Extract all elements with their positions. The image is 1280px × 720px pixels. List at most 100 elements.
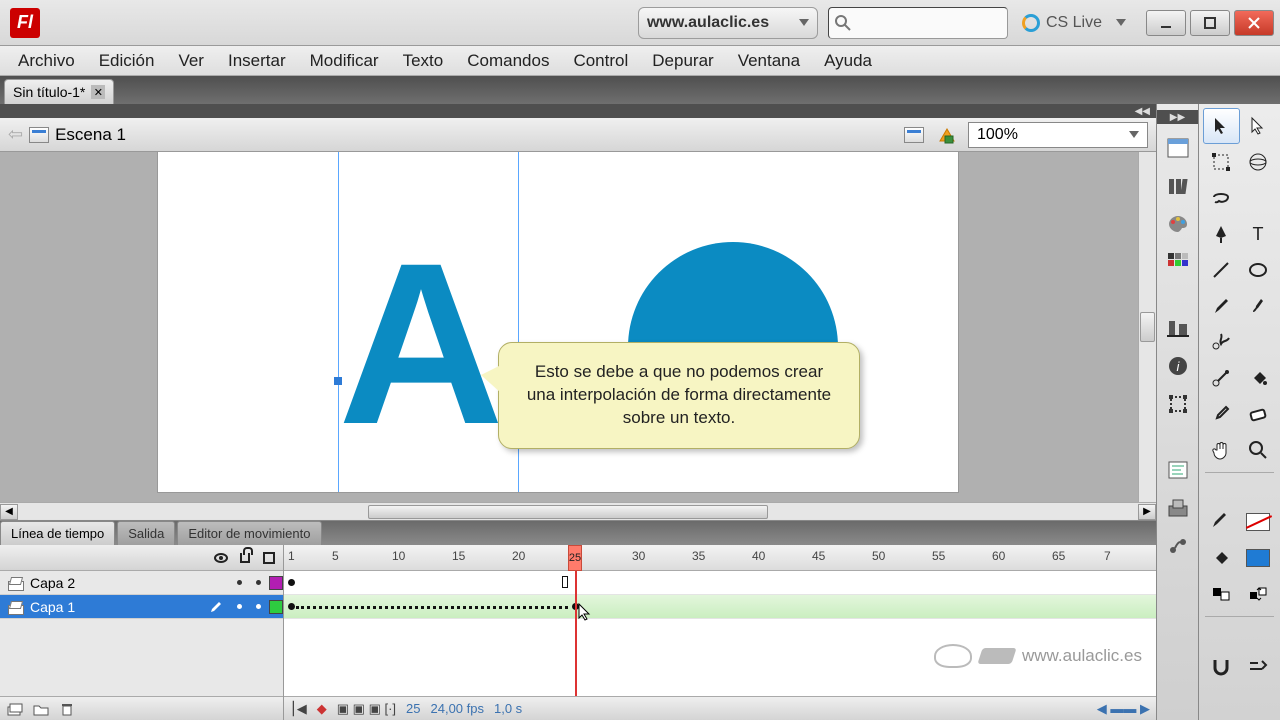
- menu-texto[interactable]: Texto: [391, 47, 456, 75]
- code-snippets-icon[interactable]: [1163, 456, 1193, 484]
- fill-color[interactable]: [1203, 540, 1240, 576]
- snap-option[interactable]: [1203, 648, 1240, 684]
- layer-color-swatch[interactable]: [269, 600, 283, 614]
- visibility-header-icon[interactable]: [213, 550, 229, 566]
- free-transform-tool[interactable]: [1203, 144, 1240, 180]
- tools-panel: T: [1198, 104, 1280, 720]
- menu-insertar[interactable]: Insertar: [216, 47, 298, 75]
- new-layer-button[interactable]: [6, 701, 24, 717]
- zoom-dropdown[interactable]: 100%: [968, 122, 1148, 148]
- paint-bucket-tool[interactable]: [1240, 360, 1277, 396]
- vertical-scrollbar[interactable]: [1138, 152, 1156, 502]
- scene-label[interactable]: Escena 1: [55, 125, 126, 145]
- tab-output[interactable]: Salida: [117, 521, 175, 545]
- rectangle-tool[interactable]: [1240, 252, 1277, 288]
- zoom-tool[interactable]: [1240, 432, 1277, 468]
- fps-display[interactable]: 24,00 fps: [431, 701, 485, 716]
- components-panel-icon[interactable]: [1163, 494, 1193, 522]
- playhead-line[interactable]: [575, 571, 577, 696]
- stage[interactable]: A Esto se debe a que no podemos crear un…: [0, 152, 1156, 502]
- pencil-icon: [209, 600, 223, 614]
- lasso-tool[interactable]: [1203, 180, 1240, 216]
- layer-header: [0, 545, 283, 571]
- track-capa1[interactable]: [284, 595, 1156, 619]
- bone-tool[interactable]: [1203, 360, 1240, 396]
- keyframe-icon[interactable]: [288, 579, 295, 586]
- stroke-swatch[interactable]: [1240, 504, 1277, 540]
- menu-edicion[interactable]: Edición: [87, 47, 167, 75]
- menu-archivo[interactable]: Archivo: [6, 47, 87, 75]
- scroll-left-icon[interactable]: ◀: [0, 504, 18, 520]
- current-frame[interactable]: 25: [406, 701, 420, 716]
- help-url-dropdown[interactable]: www.aulaclic.es: [638, 7, 818, 39]
- tab-motion-editor[interactable]: Editor de movimiento: [177, 521, 321, 545]
- 3d-rotation-tool[interactable]: [1240, 144, 1277, 180]
- end-frame-icon[interactable]: [562, 576, 568, 588]
- close-button[interactable]: [1234, 10, 1274, 36]
- edit-scene-button[interactable]: [904, 124, 930, 146]
- canvas[interactable]: A Esto se debe a que no podemos crear un…: [158, 152, 958, 492]
- panel-expand-strip[interactable]: ▶▶: [1157, 110, 1198, 124]
- library-panel-icon[interactable]: [1163, 172, 1193, 200]
- close-tab-icon[interactable]: ✕: [91, 85, 105, 99]
- horizontal-scrollbar[interactable]: ◀ ▶: [0, 502, 1156, 520]
- menu-comandos[interactable]: Comandos: [455, 47, 561, 75]
- color-panel-icon[interactable]: [1163, 210, 1193, 238]
- layer-row-capa2[interactable]: Capa 2: [0, 571, 283, 595]
- brush-tool[interactable]: [1240, 288, 1277, 324]
- pencil-tool[interactable]: [1203, 288, 1240, 324]
- motion-presets-icon[interactable]: [1163, 532, 1193, 560]
- panel-collapse-strip[interactable]: ◀◀: [0, 104, 1156, 118]
- properties-panel-icon[interactable]: [1163, 134, 1193, 162]
- transform-panel-icon[interactable]: [1163, 390, 1193, 418]
- edit-symbols-button[interactable]: [934, 124, 960, 146]
- shape-halfcircle[interactable]: [628, 242, 838, 347]
- swap-colors-button[interactable]: [1240, 576, 1277, 612]
- text-tool[interactable]: T: [1240, 216, 1277, 252]
- menu-ayuda[interactable]: Ayuda: [812, 47, 884, 75]
- layer-row-capa1[interactable]: Capa 1: [0, 595, 283, 619]
- frame-ruler[interactable]: 1 5 10 15 20 30 35 40 45 50 55 60 65 7: [284, 545, 1156, 571]
- back-icon[interactable]: ⇦: [8, 124, 23, 145]
- menu-modificar[interactable]: Modificar: [298, 47, 391, 75]
- keyframe-icon[interactable]: [288, 603, 295, 610]
- hand-tool[interactable]: [1203, 432, 1240, 468]
- frames-area[interactable]: 1 5 10 15 20 30 35 40 45 50 55 60 65 7: [284, 545, 1156, 720]
- document-tab[interactable]: Sin título-1* ✕: [4, 79, 114, 104]
- new-folder-button[interactable]: [32, 701, 50, 717]
- align-panel-icon[interactable]: [1163, 314, 1193, 342]
- deco-tool[interactable]: [1203, 324, 1240, 360]
- outline-header-icon[interactable]: [261, 550, 277, 566]
- time-display[interactable]: 1,0 s: [494, 701, 522, 716]
- info-panel-icon[interactable]: i: [1163, 352, 1193, 380]
- menu-ver[interactable]: Ver: [166, 47, 216, 75]
- lock-header-icon[interactable]: [237, 550, 253, 566]
- tab-timeline[interactable]: Línea de tiempo: [0, 521, 115, 545]
- scroll-right-icon[interactable]: ▶: [1138, 504, 1156, 520]
- menu-depurar[interactable]: Depurar: [640, 47, 725, 75]
- selection-tool[interactable]: [1203, 108, 1240, 144]
- search-input[interactable]: [828, 7, 1008, 39]
- pen-tool[interactable]: [1203, 216, 1240, 252]
- maximize-button[interactable]: [1190, 10, 1230, 36]
- subselection-tool[interactable]: [1240, 108, 1277, 144]
- menu-ventana[interactable]: Ventana: [726, 47, 812, 75]
- fill-swatch[interactable]: [1240, 540, 1277, 576]
- scroll-thumb[interactable]: [368, 505, 768, 519]
- black-white-button[interactable]: [1203, 576, 1240, 612]
- eraser-tool[interactable]: [1240, 396, 1277, 432]
- options-button[interactable]: [1240, 648, 1277, 684]
- swatches-panel-icon[interactable]: [1163, 248, 1193, 276]
- playhead[interactable]: 25: [568, 545, 582, 571]
- cs-live-button[interactable]: CS Live: [1022, 14, 1126, 32]
- minimize-button[interactable]: [1146, 10, 1186, 36]
- text-object-a[interactable]: A: [338, 252, 504, 436]
- line-tool[interactable]: [1203, 252, 1240, 288]
- layer-color-swatch[interactable]: [269, 576, 283, 590]
- selection-handle[interactable]: [334, 377, 342, 385]
- menu-control[interactable]: Control: [561, 47, 640, 75]
- stroke-color[interactable]: [1203, 504, 1240, 540]
- track-capa2[interactable]: [284, 571, 1156, 595]
- eyedropper-tool[interactable]: [1203, 396, 1240, 432]
- delete-layer-button[interactable]: [58, 701, 76, 717]
